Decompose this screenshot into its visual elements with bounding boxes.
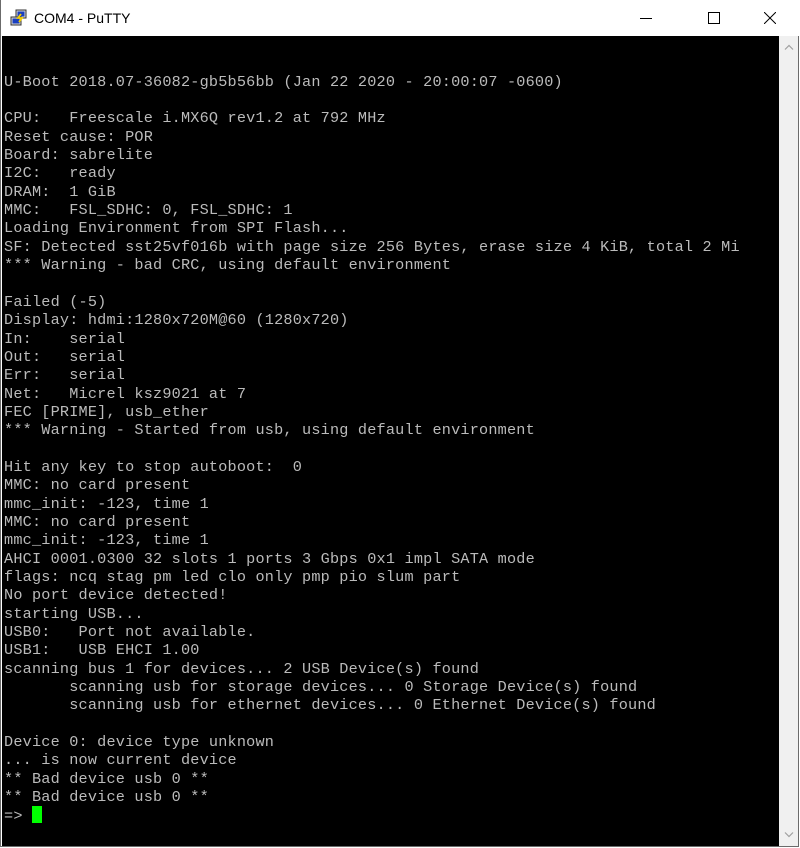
terminal-line: Board: sabrelite — [4, 146, 154, 165]
terminal-line: MMC: FSL_SDHC: 0, FSL_SDHC: 1 — [4, 201, 293, 220]
terminal-line: Reset cause: POR — [4, 127, 154, 146]
terminal-line: USB1: USB EHCI 1.00 — [4, 641, 200, 660]
terminal-line: MMC: no card present — [4, 512, 191, 531]
chevron-down-icon — [784, 832, 793, 838]
terminal-line: Out: serial — [4, 347, 126, 366]
putty-window: COM4 - PuTTY U-Boot 2018.07-36082-gb5b56… — [0, 0, 800, 847]
title-bar[interactable]: COM4 - PuTTY — [1, 0, 800, 36]
close-button[interactable] — [747, 0, 793, 36]
terminal-line: USB0: Port not available. — [4, 623, 256, 641]
scroll-down-button[interactable] — [779, 826, 798, 844]
terminal-line: Err: serial — [4, 366, 126, 385]
terminal-line: ... is now current device — [4, 751, 237, 770]
command-prompt: => — [4, 807, 32, 826]
terminal-line: Loading Environment from SPI Flash... — [4, 219, 349, 238]
terminal-line: AHCI 0001.0300 32 slots 1 ports 3 Gbps 0… — [4, 549, 535, 568]
prompt-line[interactable]: => — [4, 806, 740, 826]
terminal-line: scanning bus 1 for devices... 2 USB Devi… — [4, 659, 480, 678]
terminal-line: mmc_init: -123, time 1 — [4, 494, 209, 513]
terminal-line: *** Warning - Started from usb, using de… — [4, 421, 535, 440]
terminal-line: mmc_init: -123, time 1 — [4, 531, 209, 550]
vertical-scrollbar[interactable] — [779, 36, 798, 846]
text-cursor — [31, 806, 42, 824]
terminal-line: MMC: no card present — [4, 476, 191, 495]
terminal-screen[interactable]: U-Boot 2018.07-36082-gb5b56bb (Jan 22 20… — [2, 36, 779, 846]
terminal-line: Net: Micrel ksz9021 at 7 — [4, 384, 247, 403]
terminal-line: U-Boot 2018.07-36082-gb5b56bb (Jan 22 20… — [4, 72, 563, 91]
terminal-line: Hit any key to stop autoboot: 0 — [4, 457, 303, 476]
terminal-line: ** Bad device usb 0 ** — [4, 769, 209, 788]
terminal-line: I2C: ready — [4, 164, 116, 183]
terminal-line: *** Warning - bad CRC, using default env… — [4, 256, 452, 275]
terminal-line: Device 0: device type unknown — [4, 733, 275, 752]
terminal-line: SF: Detected sst25vf016b with page size … — [4, 237, 740, 256]
terminal-output: U-Boot 2018.07-36082-gb5b56bb (Jan 22 20… — [4, 36, 740, 826]
maximize-button[interactable] — [691, 0, 737, 36]
terminal-line: Failed (-5) — [4, 292, 107, 311]
maximize-icon — [708, 12, 720, 24]
scroll-up-button[interactable] — [779, 38, 798, 56]
minimize-button[interactable] — [623, 0, 669, 36]
putty-icon[interactable] — [10, 9, 28, 27]
terminal-line: DRAM: 1 GiB — [4, 182, 116, 201]
terminal-line: Display: hdmi:1280x720M@60 (1280x720) — [4, 311, 349, 330]
terminal-line: In: serial — [4, 329, 126, 348]
close-icon — [764, 12, 776, 24]
terminal-line: scanning usb for ethernet devices... 0 E… — [4, 696, 656, 715]
minimize-icon — [640, 18, 652, 19]
chevron-up-icon — [784, 44, 793, 50]
terminal-line: starting USB... — [4, 604, 144, 623]
window-title: COM4 - PuTTY — [34, 10, 131, 26]
terminal-line: CPU: Freescale i.MX6Q rev1.2 at 792 MHz — [4, 109, 386, 128]
terminal-line: scanning usb for storage devices... 0 St… — [4, 678, 638, 697]
terminal-line: ** Bad device usb 0 ** — [4, 788, 209, 807]
terminal-line: FEC [PRIME], usb_ether — [4, 402, 209, 421]
terminal-line: flags: ncq stag pm led clo only pmp pio … — [4, 567, 461, 586]
terminal-line: No port device detected! — [4, 586, 228, 605]
